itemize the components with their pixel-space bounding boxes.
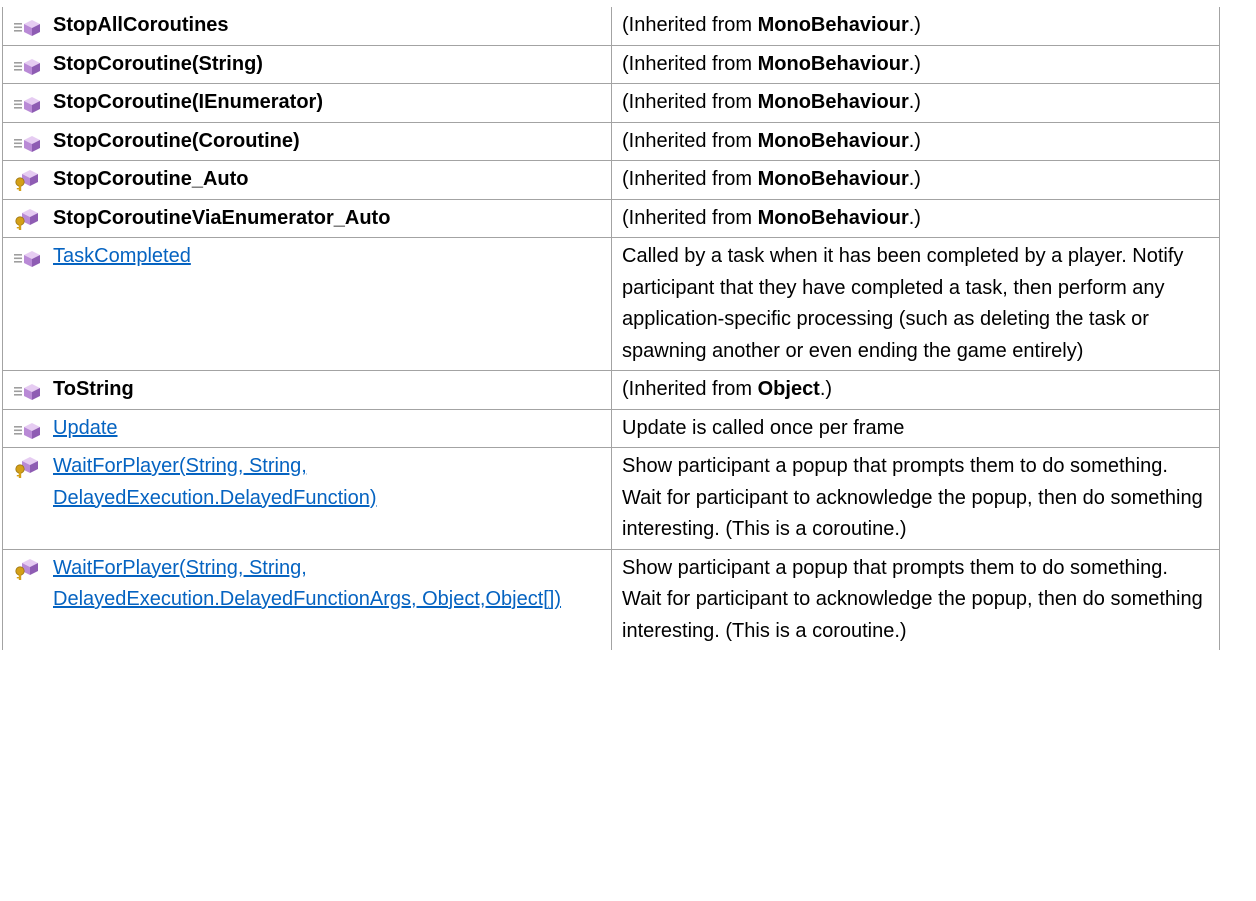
- member-name-cell: StopAllCoroutines: [2, 7, 612, 46]
- member-name-cell: StopCoroutineViaEnumerator_Auto: [2, 198, 612, 238]
- member-name: ToString: [53, 378, 134, 400]
- public-method-icon: [13, 417, 43, 441]
- member-description-cell: (Inherited from Object.): [611, 370, 1220, 410]
- table-row: StopCoroutine(IEnumerator) (Inherited fr…: [2, 83, 1220, 123]
- member-description: Called by a task when it has been comple…: [622, 245, 1184, 362]
- inherited-from-class: MonoBehaviour: [757, 52, 909, 75]
- member-name-cell: StopCoroutine(IEnumerator): [2, 83, 612, 123]
- table-row: StopAllCoroutines (Inherited from MonoBe…: [2, 7, 1220, 46]
- member-description-cell: Update is called once per frame: [611, 408, 1220, 448]
- member-name-cell: StopCoroutine(Coroutine): [2, 121, 612, 161]
- member-name-link[interactable]: Update: [53, 417, 118, 439]
- table-row: WaitForPlayer(String, String, DelayedExe…: [2, 548, 1220, 650]
- member-name-cell: WaitForPlayer(String, String, DelayedExe…: [2, 548, 612, 650]
- inherited-suffix: .): [908, 168, 921, 190]
- protected-method-icon: [13, 207, 43, 231]
- inherited-prefix: (Inherited from: [622, 14, 758, 36]
- inherited-prefix: (Inherited from: [622, 52, 758, 75]
- table-row: TaskCompleted Called by a task when it ha…: [2, 237, 1220, 371]
- inherited-prefix: (Inherited from: [622, 91, 758, 113]
- member-name: StopCoroutine(IEnumerator): [53, 91, 323, 113]
- inherited-prefix: (Inherited from: [622, 206, 758, 229]
- member-description-cell: Called by a task when it has been comple…: [611, 237, 1220, 371]
- member-name-cell: ToString: [2, 370, 612, 410]
- member-description-cell: Show participant a popup that prompts th…: [611, 447, 1220, 550]
- member-name-cell: TaskCompleted: [2, 237, 612, 371]
- inherited-prefix: (Inherited from: [622, 378, 758, 400]
- inherited-suffix: .): [908, 129, 921, 152]
- member-description: Update is called once per frame: [622, 416, 905, 439]
- member-description-cell: (Inherited from MonoBehaviour.): [611, 160, 1220, 200]
- member-name-cell: StopCoroutine_Auto: [2, 160, 612, 200]
- public-method-icon: [13, 130, 43, 154]
- inherited-prefix: (Inherited from: [622, 168, 758, 190]
- member-name: StopCoroutine(Coroutine): [53, 129, 300, 152]
- member-description-cell: (Inherited from MonoBehaviour.): [611, 83, 1220, 123]
- members-table: StopAllCoroutines (Inherited from MonoBe…: [2, 7, 1220, 650]
- member-name-link[interactable]: TaskCompleted: [53, 245, 191, 267]
- member-name: StopCoroutine_Auto: [53, 168, 249, 190]
- inherited-from-class: MonoBehaviour: [757, 206, 909, 229]
- member-description-cell: (Inherited from MonoBehaviour.): [611, 121, 1220, 161]
- member-name-link[interactable]: WaitForPlayer(String, String, DelayedExe…: [53, 557, 561, 611]
- inherited-from-class: MonoBehaviour: [757, 129, 909, 152]
- member-name: StopCoroutineViaEnumerator_Auto: [53, 206, 391, 229]
- member-description-cell: (Inherited from MonoBehaviour.): [611, 7, 1220, 46]
- inherited-from-class: MonoBehaviour: [757, 14, 909, 36]
- protected-method-icon: [13, 455, 43, 479]
- member-description-cell: Show participant a popup that prompts th…: [611, 548, 1220, 650]
- table-row: WaitForPlayer(String, String, DelayedExe…: [2, 447, 1220, 550]
- table-row: StopCoroutine(String) (Inherited from Mo…: [2, 44, 1220, 84]
- member-name-link[interactable]: WaitForPlayer(String, String, DelayedExe…: [53, 455, 377, 509]
- member-name-cell: StopCoroutine(String): [2, 44, 612, 84]
- protected-method-icon: [13, 168, 43, 192]
- inherited-suffix: .): [908, 52, 921, 75]
- member-name: StopAllCoroutines: [53, 14, 229, 36]
- public-method-icon: [13, 378, 43, 402]
- member-name: StopCoroutine(String): [53, 52, 263, 75]
- public-method-icon: [13, 91, 43, 115]
- inherited-suffix: .): [908, 91, 921, 113]
- inherited-suffix: .): [908, 14, 921, 36]
- member-description-cell: (Inherited from MonoBehaviour.): [611, 44, 1220, 84]
- member-description: Show participant a popup that prompts th…: [622, 455, 1203, 540]
- inherited-from-class: MonoBehaviour: [757, 91, 909, 113]
- inherited-suffix: .): [819, 378, 833, 400]
- member-name-cell: WaitForPlayer(String, String, DelayedExe…: [2, 447, 612, 550]
- protected-method-icon: [13, 557, 43, 581]
- member-name-cell: Update: [2, 408, 612, 448]
- public-method-icon: [13, 245, 43, 269]
- table-row: ToString (Inherited from Object.): [2, 370, 1220, 410]
- table-row: StopCoroutine(Coroutine) (Inherited from…: [2, 121, 1220, 161]
- public-method-icon: [13, 53, 43, 77]
- inherited-from-class: MonoBehaviour: [757, 168, 909, 190]
- inherited-prefix: (Inherited from: [622, 129, 758, 152]
- table-row: StopCoroutineViaEnumerator_Auto (Inherit…: [2, 198, 1220, 238]
- table-row: Update Update is called once per frame: [2, 408, 1220, 448]
- public-method-icon: [13, 14, 43, 38]
- member-description: Show participant a popup that prompts th…: [622, 556, 1203, 642]
- inherited-suffix: .): [908, 206, 921, 229]
- members-table-body: StopAllCoroutines (Inherited from MonoBe…: [2, 7, 1220, 650]
- member-description-cell: (Inherited from MonoBehaviour.): [611, 198, 1220, 238]
- inherited-from-class: Object: [757, 378, 820, 400]
- table-row: StopCoroutine_Auto (Inherited from MonoB…: [2, 160, 1220, 200]
